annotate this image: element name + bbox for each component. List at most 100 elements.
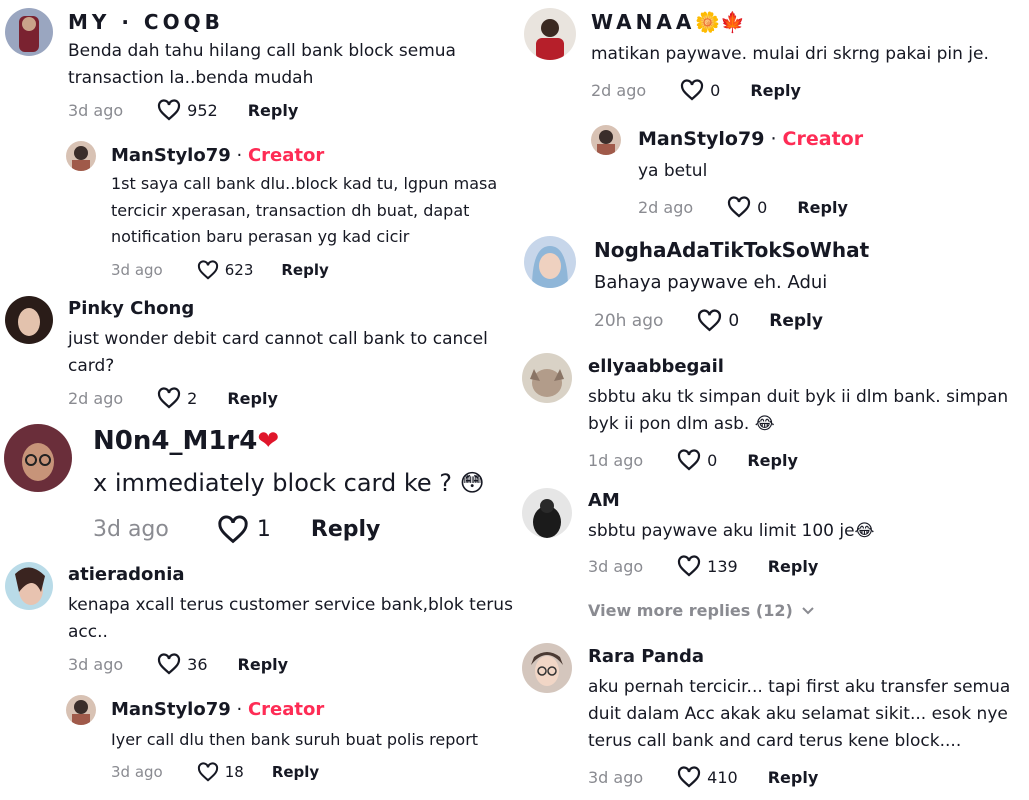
comment-author[interactable]: ManStylo79 · Creator [111, 699, 324, 720]
creator-badge: Creator [247, 145, 325, 166]
comment-text: 1st saya call bank dlu..block kad tu, lg… [111, 174, 498, 247]
comment-meta: 3d ago 1 Reply [93, 515, 380, 544]
comment-time: 3d ago [68, 654, 124, 674]
heart-icon [697, 309, 722, 332]
laughing-emoji: 😂 [854, 521, 875, 541]
avatar[interactable] [524, 8, 576, 60]
comment-text: ya betul [638, 161, 708, 181]
comment-text: just wonder debit card cannot call bank … [68, 329, 488, 377]
reply-button[interactable]: Reply [768, 557, 819, 576]
reply-button[interactable]: Reply [281, 261, 328, 279]
comment-author[interactable]: WANAA🌼🍁 [591, 10, 745, 34]
comment-author[interactable]: NoghaAdaTikTokSoWhat [594, 238, 869, 262]
comment-meta: 20h ago 0 Reply [594, 309, 823, 332]
like-count: 0 [707, 450, 718, 470]
like-count: 2 [187, 388, 198, 408]
reply-button[interactable]: Reply [272, 763, 319, 781]
heart-icon [677, 555, 701, 577]
comment-meta: 3d ago 36 Reply [68, 653, 288, 675]
like-button[interactable]: 952 [157, 99, 218, 121]
heart-icon [157, 653, 181, 675]
avatar[interactable] [4, 424, 72, 492]
creator-badge: Creator [782, 128, 864, 150]
comment-time: 3d ago [588, 556, 644, 576]
comment-text: Bahaya paywave eh. Adui [594, 272, 828, 293]
comment-time: 3d ago [93, 517, 169, 542]
like-count: 139 [707, 556, 738, 576]
avatar[interactable] [66, 141, 96, 171]
like-button[interactable]: 410 [677, 766, 738, 788]
like-button[interactable]: 623 [197, 260, 253, 280]
heart-icon [217, 515, 249, 544]
like-button[interactable]: 1 [217, 515, 271, 544]
comment-meta: 2d ago 0 Reply [591, 79, 801, 101]
like-button[interactable]: 18 [197, 762, 244, 782]
like-count: 36 [187, 654, 208, 674]
like-button[interactable]: 0 [727, 196, 767, 218]
like-button[interactable]: 0 [697, 309, 739, 332]
heart-icon [197, 260, 219, 280]
comment-time: 2d ago [591, 80, 647, 100]
avatar[interactable] [522, 353, 572, 403]
comment-author[interactable]: ellyaabbegail [588, 356, 724, 377]
comment-time: 20h ago [594, 310, 664, 331]
view-more-replies-button[interactable]: View more replies (12) [588, 601, 815, 620]
comment-text: matikan paywave. mulai dri skrng pakai p… [591, 44, 989, 64]
comment-author[interactable]: AM [588, 490, 620, 511]
comment-text: Iyer call dlu then bank suruh buat polis… [111, 730, 479, 749]
like-count: 0 [728, 310, 740, 331]
heart-icon [197, 762, 219, 782]
comment-meta: 2d ago 2 Reply [68, 387, 278, 409]
comment-author[interactable]: MY · COQB [68, 10, 224, 34]
reply-button[interactable]: Reply [797, 198, 848, 217]
comment-meta: 3d ago 18 Reply [111, 762, 319, 782]
comment-author[interactable]: atieradonia [68, 564, 185, 585]
reply-button[interactable]: Reply [248, 101, 299, 120]
like-button[interactable]: 36 [157, 653, 208, 675]
comment-meta: 1d ago 0 Reply [588, 449, 798, 471]
reply-button[interactable]: Reply [238, 655, 289, 674]
like-button[interactable]: 0 [677, 449, 717, 471]
comment-author[interactable]: Rara Panda [588, 646, 704, 667]
comment-author[interactable]: ManStylo79 · Creator [638, 128, 863, 150]
like-button[interactable]: 0 [680, 79, 720, 101]
comment-author[interactable]: N0n4_M1r4❤ [93, 426, 279, 456]
comment-time: 3d ago [111, 261, 163, 279]
reply-button[interactable]: Reply [769, 311, 823, 331]
avatar[interactable] [522, 488, 572, 538]
comment-text: kenapa xcall terus customer service bank… [68, 595, 513, 643]
avatar[interactable] [66, 695, 96, 725]
comment-time: 3d ago [68, 100, 124, 120]
chevron-down-icon [801, 601, 815, 620]
comment-time: 3d ago [588, 767, 644, 787]
comment-meta: 3d ago 410 Reply [588, 766, 818, 788]
comment-author[interactable]: Pinky Chong [68, 298, 194, 319]
comment-text: x immediately block card ke ? 😳 [93, 469, 485, 497]
heart-icon [677, 449, 701, 471]
flower-emoji: 🌼🍁 [695, 10, 746, 34]
like-button[interactable]: 2 [157, 387, 197, 409]
like-button[interactable]: 139 [677, 555, 738, 577]
comment-text: aku pernah tercicir... tapi first aku tr… [588, 677, 1011, 752]
avatar[interactable] [522, 643, 572, 693]
reply-button[interactable]: Reply [768, 768, 819, 787]
like-count: 1 [256, 517, 271, 542]
like-count: 18 [224, 763, 244, 781]
avatar[interactable] [591, 125, 621, 155]
reply-button[interactable]: Reply [227, 389, 278, 408]
comment-time: 1d ago [588, 450, 644, 470]
heart-icon [727, 196, 751, 218]
avatar[interactable] [5, 296, 53, 344]
reply-button[interactable]: Reply [750, 81, 801, 100]
avatar[interactable] [524, 236, 576, 288]
like-count: 952 [187, 100, 218, 120]
avatar[interactable] [5, 8, 53, 56]
comment-author[interactable]: ManStylo79 · Creator [111, 145, 324, 166]
comment-meta: 3d ago 623 Reply [111, 260, 329, 280]
comment-meta: 2d ago 0 Reply [638, 196, 848, 218]
comment-meta: 3d ago 952 Reply [68, 99, 298, 121]
reply-button[interactable]: Reply [747, 451, 798, 470]
reply-button[interactable]: Reply [311, 517, 381, 542]
avatar[interactable] [5, 562, 53, 610]
laughing-emoji: 😂 [754, 414, 775, 435]
